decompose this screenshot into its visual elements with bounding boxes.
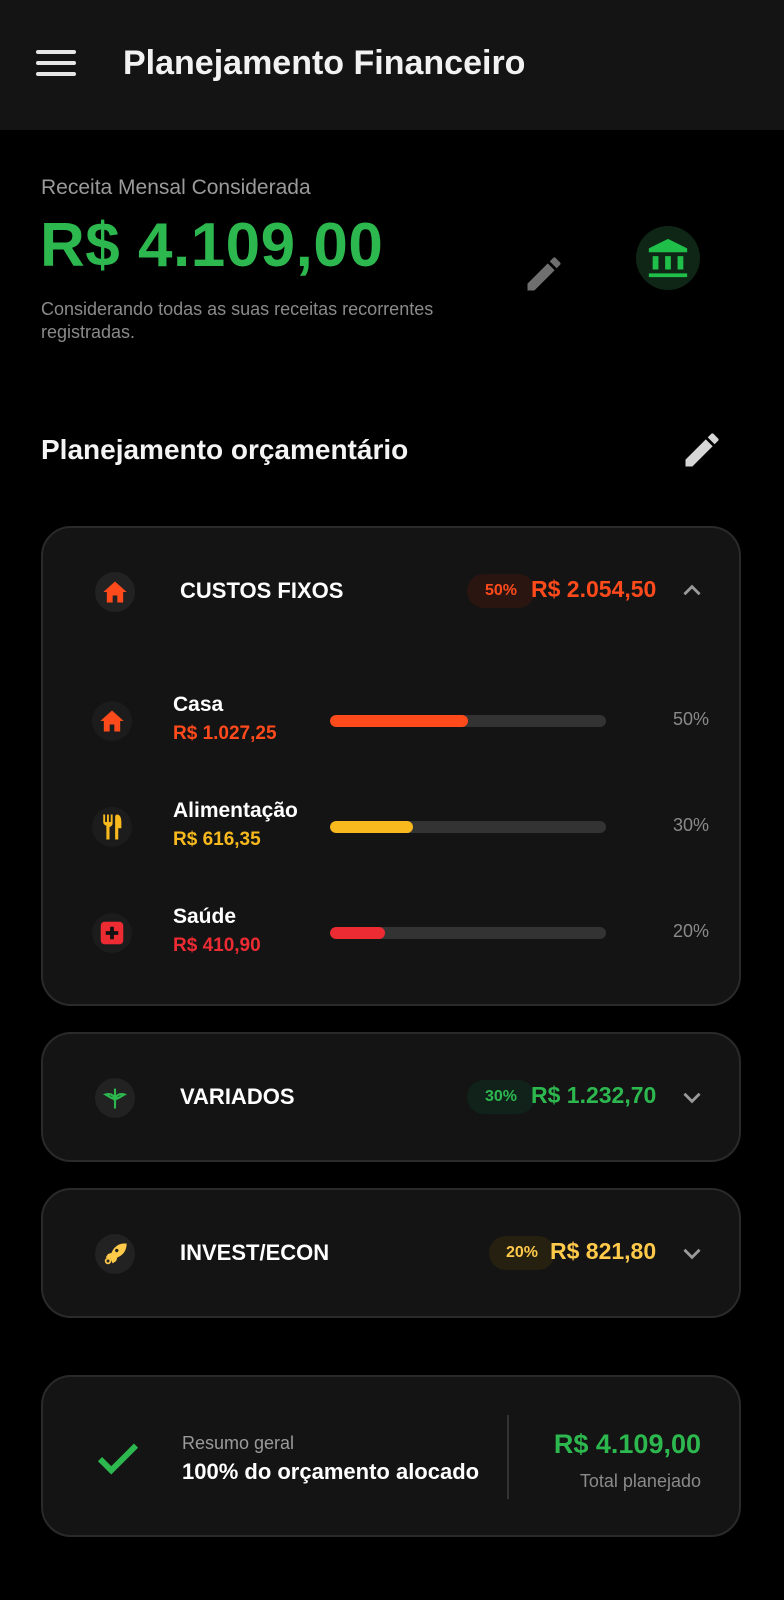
leaf-icon [95,1078,135,1118]
bank-icon[interactable] [636,226,700,290]
subcategory-percent: 30% [672,815,709,835]
category-header[interactable]: INVEST/ECON 20% R$ 821,80 [43,1190,739,1316]
medical-icon [92,913,132,953]
pencil-icon [685,433,719,467]
category-name: INVEST/ECON [180,1240,330,1265]
category-card-variados: VARIADOS 30% R$ 1.232,70 [41,1032,741,1162]
category-header[interactable]: VARIADOS 30% R$ 1.232,70 [43,1034,739,1160]
income-note: Considerando todas as suas receitas reco… [41,299,434,342]
list-item[interactable]: Casa R$ 1.027,25 50% [43,693,739,763]
rocket-icon [95,1234,135,1274]
subcategory-amount: R$ 410,90 [173,935,261,956]
progress-bar [330,927,606,939]
subcategory-percent: 50% [672,709,709,729]
progress-fill [330,715,468,727]
check-icon [97,1443,139,1475]
category-percent-badge: 30% [467,1080,535,1114]
budget-section-title: Planejamento orçamentário [41,434,409,465]
category-amount: R$ 821,80 [550,1238,657,1264]
subcategory-name: Casa [173,693,224,716]
page-title: Planejamento Financeiro [123,44,526,82]
progress-bar [330,715,606,727]
subcategory-amount: R$ 616,35 [173,829,261,850]
edit-budget-button[interactable] [680,428,728,476]
progress-bar [330,821,606,833]
summary-sub: Total planejado [579,1471,701,1491]
home-icon [95,572,135,612]
category-card-custos-fixos: CUSTOS FIXOS 50% R$ 2.054,50 Casa R$ 1.0… [41,526,741,1006]
edit-income-button[interactable] [522,252,566,296]
summary-amount: R$ 4.109,00 [553,1429,701,1459]
summary-label: Resumo geral [182,1433,295,1453]
subcategory-amount: R$ 1.027,25 [173,723,277,744]
category-name: VARIADOS [180,1084,295,1109]
income-label: Receita Mensal Considerada [41,176,311,199]
chevron-down-icon[interactable] [679,1240,705,1266]
utensils-icon [92,807,132,847]
list-item[interactable]: Alimentação R$ 616,35 30% [43,799,739,869]
category-amount: R$ 1.232,70 [531,1082,657,1108]
progress-fill [330,927,386,939]
divider [507,1415,509,1499]
category-name: CUSTOS FIXOS [180,578,344,603]
category-percent-badge: 20% [489,1236,555,1270]
chevron-up-icon[interactable] [679,578,705,604]
chevron-down-icon[interactable] [679,1084,705,1110]
summary-main: 100% do orçamento alocado [182,1459,480,1484]
progress-fill [330,821,413,833]
menu-icon[interactable] [36,50,76,80]
category-card-invest-econ: INVEST/ECON 20% R$ 821,80 [41,1188,741,1318]
app-bar: Planejamento Financeiro [0,0,784,130]
home-icon [92,701,132,741]
income-value: R$ 4.109,00 [40,211,384,280]
category-header[interactable]: CUSTOS FIXOS 50% R$ 2.054,50 [43,528,739,654]
subcategory-name: Alimentação [173,799,298,822]
pencil-icon [527,257,561,291]
subcategory-name: Saúde [173,905,237,928]
list-item[interactable]: Saúde R$ 410,90 20% [43,905,739,975]
subcategory-percent: 20% [672,921,709,941]
category-percent-badge: 50% [467,574,535,608]
summary-card: Resumo geral 100% do orçamento alocado R… [41,1375,741,1537]
category-amount: R$ 2.054,50 [531,576,657,602]
